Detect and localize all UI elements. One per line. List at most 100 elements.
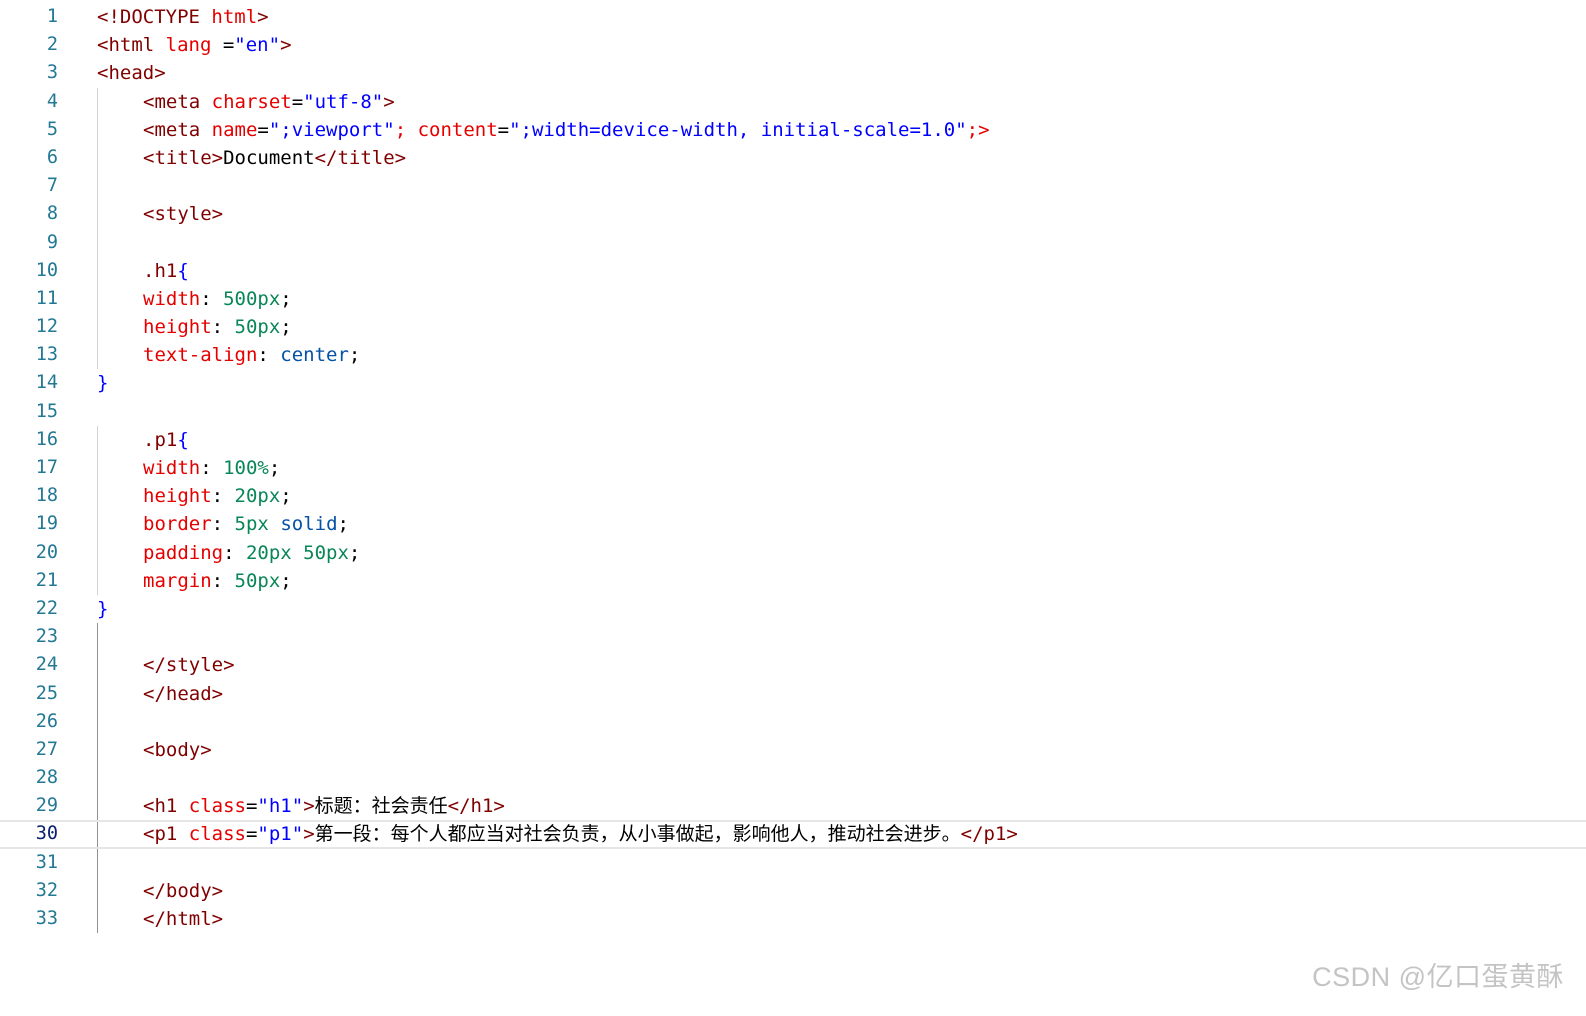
code-line[interactable]: 8 <style> xyxy=(0,200,1586,229)
code-line[interactable]: 6 <title>Document</title> xyxy=(0,143,1586,173)
code-line[interactable]: 1 <!DOCTYPE html> xyxy=(0,3,1586,31)
code-line[interactable]: 16 .p1{ xyxy=(0,425,1586,454)
code-line[interactable]: 9 xyxy=(0,228,1586,257)
line-number: 29 xyxy=(35,795,58,817)
line-number: 25 xyxy=(35,682,58,704)
code-token: width xyxy=(143,287,201,310)
code-text: </head> xyxy=(143,680,223,708)
indent-guide xyxy=(97,228,98,257)
code-token: name xyxy=(211,118,258,141)
code-token: </style> xyxy=(143,654,235,677)
line-number: 23 xyxy=(35,626,58,648)
code-text: <body> xyxy=(143,736,212,764)
line-number: 21 xyxy=(35,569,58,591)
code-token: </head> xyxy=(143,682,224,705)
code-line[interactable]: 28 xyxy=(0,764,1586,793)
code-token: : xyxy=(200,457,224,479)
code-token: .p1 xyxy=(143,428,178,451)
code-token: ; xyxy=(280,569,292,592)
code-token: = xyxy=(497,118,510,141)
code-line[interactable]: 13 text-align: center; xyxy=(0,341,1586,370)
code-line[interactable]: 17 width: 100%; xyxy=(0,454,1586,483)
code-text: <html lang ="en"> xyxy=(97,31,292,59)
line-number: 16 xyxy=(35,428,58,450)
code-line[interactable]: 5 <meta name=";viewport"; content=";width… xyxy=(0,115,1586,144)
code-line[interactable]: 22} xyxy=(0,595,1586,623)
code-line[interactable]: 24 </style> xyxy=(0,651,1586,680)
code-text: .p1{ xyxy=(143,426,189,454)
code-line[interactable]: 4 <meta charset="utf-8"> xyxy=(0,87,1586,116)
code-token: ; xyxy=(268,457,281,479)
code-line[interactable]: 23 xyxy=(0,623,1586,652)
code-token: lang xyxy=(165,34,212,57)
code-text: <meta charset="utf-8"> xyxy=(143,88,395,116)
code-line[interactable]: 19 border: 5px solid; xyxy=(0,510,1586,539)
code-line[interactable]: 25 </head> xyxy=(0,679,1586,708)
code-line[interactable]: 14} xyxy=(0,369,1586,397)
indent-guide xyxy=(97,115,98,144)
indent-guide xyxy=(97,679,98,708)
indent-guide xyxy=(97,510,98,539)
code-token: <html xyxy=(97,34,166,57)
code-text: } xyxy=(97,369,108,397)
code-line[interactable]: 21 margin: 50px; xyxy=(0,566,1586,595)
indent-guide xyxy=(97,482,98,511)
code-token: <head> xyxy=(97,62,166,85)
code-token: { xyxy=(177,259,189,282)
code-text: border: 5px solid; xyxy=(143,510,349,538)
code-token: "p1" xyxy=(257,823,304,846)
code-text: </style> xyxy=(143,651,235,679)
code-line[interactable]: 7 xyxy=(0,172,1586,201)
code-token: height xyxy=(143,316,212,339)
line-number: 6 xyxy=(46,146,58,168)
line-number: 17 xyxy=(35,457,58,478)
code-token: ; xyxy=(348,541,361,564)
code-line[interactable]: 30 <p1 class="p1">第一段：每个人都应当对社会负责，从小事做起，影… xyxy=(0,820,1586,849)
code-token: : xyxy=(211,316,235,339)
code-token: padding xyxy=(143,541,224,564)
code-token: ; content xyxy=(394,118,498,141)
line-number: 26 xyxy=(35,710,58,732)
code-line[interactable]: 32 </body> xyxy=(0,876,1586,905)
code-line[interactable]: 29 <h1 class="h1">标题：社会责任</h1> xyxy=(0,792,1586,821)
code-token: > xyxy=(383,90,395,113)
code-token: ;> xyxy=(966,118,990,141)
code-line[interactable]: 12 height: 50px; xyxy=(0,313,1586,342)
indent-guide xyxy=(97,735,98,765)
indent-guide xyxy=(97,341,98,370)
code-line[interactable]: 26 xyxy=(0,707,1586,736)
indent-guide xyxy=(97,172,98,201)
code-token: class xyxy=(188,823,246,846)
code-line[interactable]: 11 width: 500px; xyxy=(0,284,1586,314)
line-number: 18 xyxy=(35,485,58,507)
code-editor[interactable]: 1 <!DOCTYPE html> 2 <html lang ="en"> 3 <head… xyxy=(0,3,1586,934)
code-token: } xyxy=(97,597,109,620)
code-token: { xyxy=(177,428,189,451)
code-token: Document xyxy=(223,146,315,169)
code-token: "utf-8" xyxy=(303,90,384,113)
code-token: <!DOCTYPE xyxy=(97,6,212,28)
code-line[interactable]: 33 </html> xyxy=(0,905,1586,934)
code-token: > xyxy=(280,34,292,57)
code-token: 第一段：每个人都应当对社会负责，从小事做起，影响他人，推动社会进步。 xyxy=(314,823,961,846)
code-token: 50px xyxy=(234,569,281,592)
code-line[interactable]: 10 .h1{ xyxy=(0,256,1586,285)
code-text: <h1 class="h1">标题：社会责任</h1> xyxy=(143,792,505,820)
code-line[interactable]: 27 <body> xyxy=(0,735,1586,765)
line-number: 27 xyxy=(35,738,58,760)
indent-guide xyxy=(97,454,98,483)
code-line[interactable]: 31 xyxy=(0,848,1586,877)
indent-guide xyxy=(97,792,98,821)
code-line[interactable]: 18 height: 20px; xyxy=(0,482,1586,511)
code-line[interactable]: 20 padding: 20px 50px; xyxy=(0,538,1586,567)
code-token: <style> xyxy=(143,203,224,226)
code-line[interactable]: 15 xyxy=(0,398,1586,426)
indent-guide xyxy=(97,848,98,877)
code-line[interactable]: 3 <head> xyxy=(0,59,1586,87)
code-line[interactable]: 2 <html lang ="en"> xyxy=(0,31,1586,59)
code-token: 50px xyxy=(234,316,281,339)
code-token: = xyxy=(245,823,258,846)
code-token: 100% xyxy=(223,457,269,479)
code-token: 标题：社会责任 xyxy=(314,795,448,818)
